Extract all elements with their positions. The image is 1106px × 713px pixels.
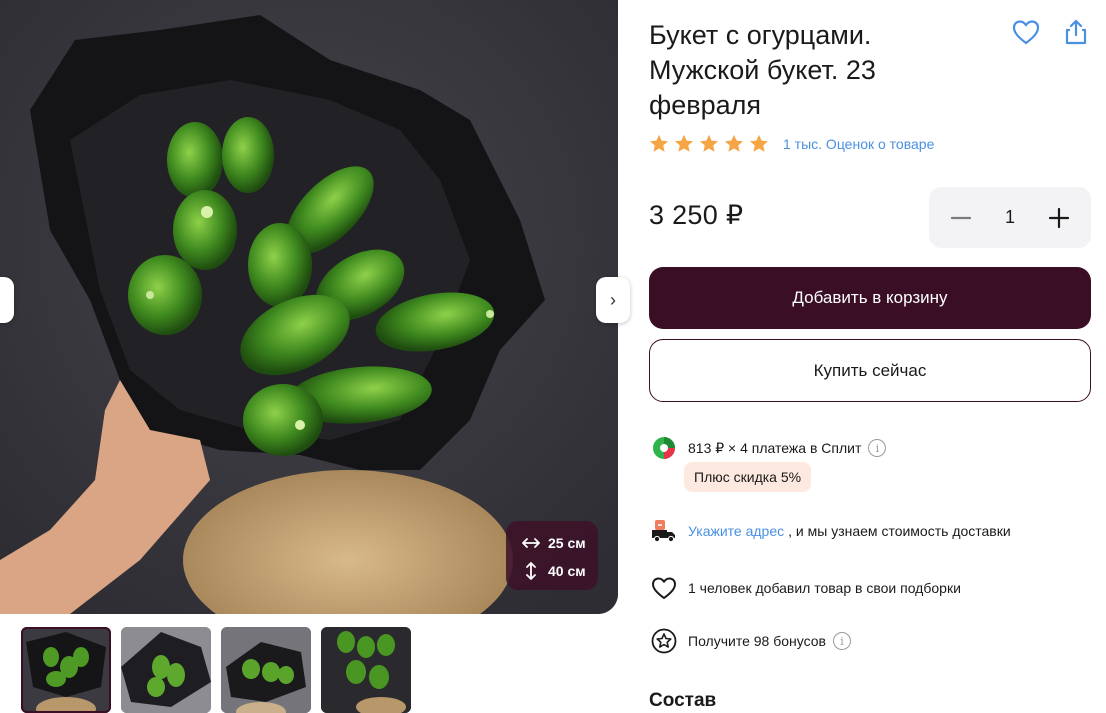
delivery-row: Укажите адрес , и мы узнаем стоимость до… [650,517,1011,545]
height-value: 40 см [548,563,586,579]
chevron-right-icon: › [610,289,616,310]
plus-icon [1048,207,1070,228]
rating: 1 тыс. Оценок о товаре [648,133,934,155]
star-icon [675,134,693,152]
reviews-link[interactable]: 1 тыс. Оценок о товаре [783,136,934,152]
thumbnail-4[interactable] [321,627,411,713]
quantity-stepper: 1 [929,187,1091,248]
split-discount-badge: Плюс скидка 5% [684,462,812,492]
product-title-line-3: февраля [649,90,761,120]
bonus-row: Получите 98 бонусов i [650,627,851,655]
share-button[interactable] [1060,16,1092,48]
composition-heading: Состав [649,690,717,711]
set-address-link[interactable]: Укажите адрес [688,523,784,539]
product-price: 3 250 ₽ [649,200,744,230]
gallery-prev-button[interactable]: ‹ [0,277,14,323]
split-payment-text: 813 ₽ × 4 платежа в Сплит [688,439,862,456]
width-value: 25 см [548,535,586,551]
delivery-truck-icon [650,517,678,545]
bonus-star-icon [650,627,678,655]
product-title-line-1: Букет с огурцами. [649,20,872,50]
horizontal-arrows-icon [522,538,540,548]
width-row: 25 см [522,529,598,557]
thumbnail-3[interactable] [221,627,311,713]
add-to-cart-button[interactable]: Добавить в корзину [649,267,1091,329]
split-logo-icon [650,434,678,462]
product-title-line-2: Мужской букет. 23 [649,55,876,85]
thumbnail-strip [21,627,411,713]
minus-icon [950,216,972,219]
favorite-button[interactable] [1010,16,1042,48]
thumbnail-1[interactable] [21,627,111,713]
split-payment-row: 813 ₽ × 4 платежа в Сплит i [650,434,887,462]
share-icon [1065,19,1087,45]
quantity-value: 1 [1004,207,1015,227]
height-row: 40 см [522,557,598,585]
heart-icon [1012,20,1040,45]
size-badge: 25 см 40 см [506,521,598,590]
delivery-text: , и мы узнаем стоимость доставки [788,523,1011,539]
gallery-next-button[interactable]: › [596,277,630,323]
rating-stars [648,133,770,155]
star-icon [650,134,668,152]
thumbnail-2[interactable] [121,627,211,713]
star-icon [725,134,743,152]
favorites-row: 1 человек добавил товар в свои подборки [650,574,961,602]
product-main-image[interactable]: 25 см 40 см [0,0,618,614]
product-title: Букет с огурцами. Мужской букет. 23 февр… [649,18,979,123]
increase-quantity-button[interactable] [1045,204,1073,232]
decrease-quantity-button[interactable] [947,204,975,232]
star-icon [750,134,768,152]
info-icon[interactable]: i [868,439,887,457]
heart-outline-icon [650,574,678,602]
favorites-text: 1 человек добавил товар в свои подборки [688,580,961,596]
info-icon[interactable]: i [832,632,851,650]
buy-now-button[interactable]: Купить сейчас [649,339,1091,402]
bonus-text: Получите 98 бонусов [688,633,826,649]
vertical-arrows-icon [526,562,536,580]
star-icon [700,134,718,152]
